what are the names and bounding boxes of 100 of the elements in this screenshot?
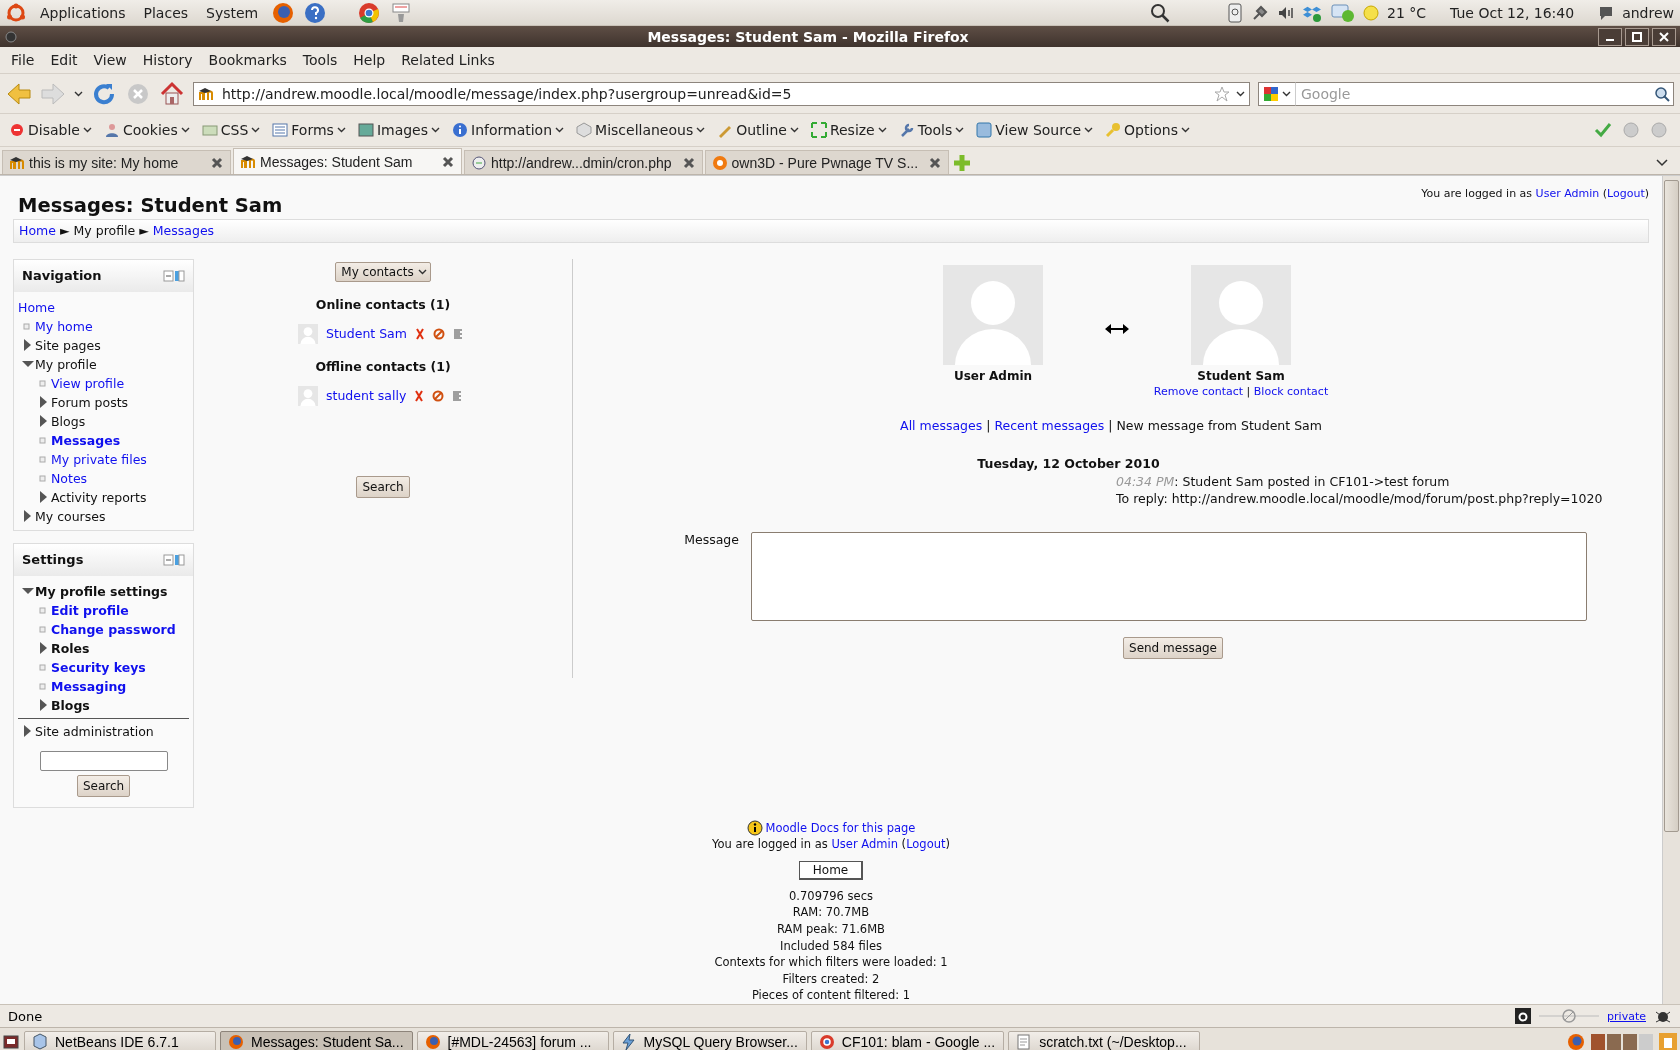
tree-branch[interactable]: Site pages [35,337,101,353]
browser-tab[interactable]: this is my site: My home [2,150,231,174]
remove-icon[interactable] [414,389,425,402]
block-icon[interactable] [432,389,445,402]
tree-link[interactable]: Messaging [51,678,127,694]
toolbar-menu-button[interactable]: Miscellaneous [571,120,711,140]
breadcrumb-link[interactable]: Messages [152,223,215,239]
toolbar-menu-button[interactable]: Outline [712,120,804,140]
search-icon[interactable] [1149,1,1171,24]
tree-branch[interactable]: Roles [51,640,90,656]
menu-item[interactable]: Related Links [393,52,503,68]
toolbar-menu-button[interactable]: View Source [971,120,1098,140]
screenshot-tool-icon[interactable] [390,1,413,24]
tree-link[interactable]: Edit profile [51,602,129,618]
close-icon[interactable] [1652,27,1676,46]
block-controls-icon[interactable] [163,268,185,283]
tree-branch[interactable]: Blogs [51,697,90,713]
tree-link[interactable]: Change password [51,621,176,637]
workspace-switcher-icon[interactable] [1590,1031,1654,1050]
plug-icon[interactable] [1251,3,1269,22]
panel-menu[interactable]: Places [139,4,193,21]
tree-link[interactable]: Messages [51,432,121,448]
toolbar-menu-button[interactable]: Forms [267,120,351,140]
tree-branch[interactable]: Site administration [35,723,154,739]
user-menu[interactable]: andrew [1622,4,1674,21]
user-link[interactable]: User Admin [1535,187,1600,200]
contacts-dropdown[interactable]: My contacts [335,261,431,282]
close-icon[interactable] [210,155,224,170]
tree-branch[interactable]: My profile [35,356,97,372]
taskbar-button[interactable]: Messages: Student Sa... [220,1030,413,1050]
show-desktop-icon[interactable] [2,1032,20,1050]
close-icon[interactable] [928,155,943,170]
window-menu-icon[interactable] [4,29,18,44]
tree-branch[interactable]: Activity reports [51,489,147,505]
tree-link[interactable]: My private files [51,451,147,467]
maximize-icon[interactable] [1625,27,1649,46]
close-icon[interactable] [681,155,696,170]
toolbar-menu-button[interactable]: Cookies [98,120,195,140]
taskbar-button[interactable]: scratch.txt (~/Desktop... [1008,1030,1201,1050]
search-field[interactable] [39,750,168,771]
speech-bubble-icon[interactable] [1598,4,1615,21]
search-field[interactable]: Google [1296,81,1674,106]
browser-tab[interactable]: http://andrew...dmin/cron.php [464,150,703,174]
block-icon[interactable] [432,327,445,340]
toolbar-menu-button[interactable]: Resize [805,120,892,140]
tree-branch[interactable]: My courses [35,508,106,524]
home-icon[interactable] [159,80,185,107]
search-engine-button[interactable] [1258,81,1296,106]
person-link[interactable]: Student Sam [326,326,407,342]
clock[interactable]: Tue Oct 12, 16:40 [1450,4,1575,21]
menu-item[interactable]: View [85,52,135,68]
taskbar-button[interactable]: MySQL Query Browser... [612,1030,807,1050]
search-button[interactable]: Search [356,475,410,498]
menu-item[interactable]: Bookmarks [200,52,295,68]
slider-drawing[interactable] [1539,1008,1600,1024]
chrome-icon[interactable] [358,1,381,24]
menu-item[interactable]: History [134,52,201,68]
message-field[interactable] [751,531,1587,621]
font-icon[interactable] [1515,1008,1532,1024]
search-icon[interactable] [1654,85,1670,102]
taskbar-button[interactable]: CF101: blam - Google ... [810,1030,1005,1050]
menu-item[interactable]: Tools [294,52,346,68]
docs-link[interactable]: Moodle Docs for this page [765,819,916,837]
logout-link[interactable]: Logout [1607,187,1645,200]
user-link[interactable]: User Admin [831,837,898,852]
check-icon[interactable] [1594,121,1612,139]
send-button[interactable]: Send message [1123,636,1223,659]
help-icon[interactable] [304,1,327,24]
tree-link[interactable]: My home [35,318,93,334]
contact-action-link[interactable]: Remove contact [1153,384,1244,398]
breadcrumb-link[interactable]: Home [19,223,56,239]
browser-tab[interactable]: Messages: Student Sam [233,148,462,174]
tree-branch[interactable]: Blogs [51,413,86,429]
menu-item[interactable]: Help [345,52,394,68]
toolbar-menu-button[interactable]: Options [1100,120,1196,140]
tree-link[interactable]: Security keys [51,659,146,675]
star-icon[interactable] [1214,85,1230,102]
tree-branch[interactable]: My profile settings [35,583,168,599]
toolbar-menu-button[interactable]: Tools [893,120,970,140]
tree-branch[interactable]: Forum posts [51,394,129,410]
private-link[interactable]: private [1607,1009,1646,1023]
taskbar-button[interactable]: [#MDL-24563] forum ... [416,1030,609,1050]
firefox-icon[interactable] [1566,1031,1586,1050]
home-button[interactable]: Home [798,860,864,880]
person-link[interactable]: student sally [326,388,407,404]
history-link[interactable]: All messages [900,417,983,433]
ubuntu-logo-icon[interactable] [6,2,26,23]
minimize-icon[interactable] [1598,27,1622,46]
toolbar-menu-button[interactable]: Information [447,120,570,140]
toolbar-menu-button[interactable]: CSS [196,120,266,140]
history-link[interactable]: Recent messages [994,417,1105,433]
toolbar-menu-button[interactable]: Images [352,120,445,140]
browser-tab[interactable]: own3D - Pure Pwnage TV S... [704,150,950,174]
remove-icon[interactable] [414,327,425,340]
taskbar-button[interactable]: NetBeans IDE 6.7.1 [24,1030,216,1050]
panel-menu[interactable]: Applications [36,4,130,21]
address-bar[interactable]: http://andrew.moodle.local/moodle/message/index.php?usergroup=unread&id=5 [193,81,1250,106]
panel-menu[interactable]: System [202,4,263,21]
scrollbar[interactable] [1662,176,1680,1004]
logout-link[interactable]: Logout [906,837,946,852]
